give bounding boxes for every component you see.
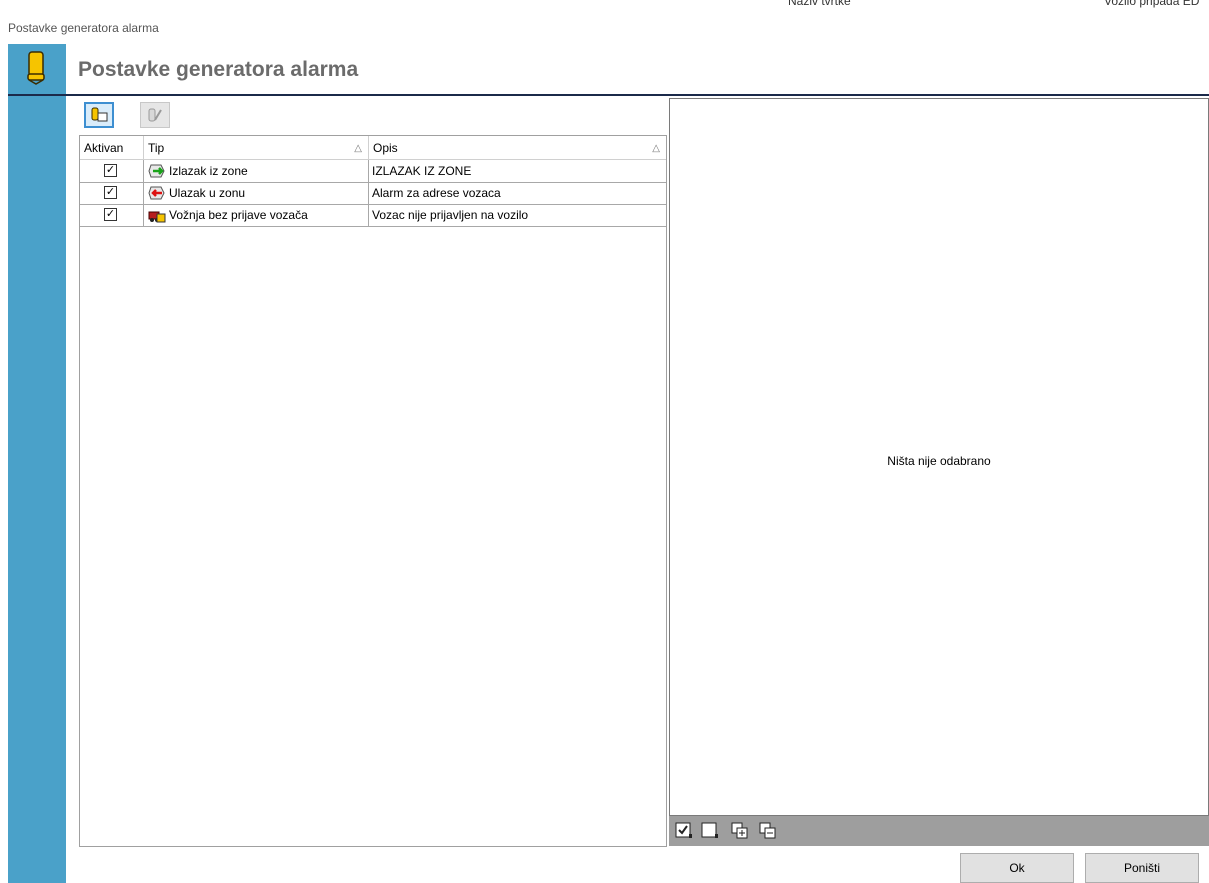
tip-label: Ulazak u zonu — [169, 186, 246, 200]
tip-label: Vožnja bez prijave vozača — [169, 208, 308, 222]
zone-enter-icon — [148, 186, 165, 200]
column-header-opis-label: Opis — [373, 141, 398, 155]
opis-cell: Alarm za adrese vozaca — [372, 186, 501, 200]
table-row[interactable]: ✓ Izlazak iz zone IZLAZAK IZ ZONE — [80, 160, 666, 183]
aktivan-cell: ✓ — [80, 160, 144, 182]
header-divider — [8, 94, 1209, 96]
column-header-tip-label: Tip — [148, 141, 165, 155]
column-header-tip[interactable]: Tip △ — [144, 136, 369, 159]
tip-cell: Vožnja bez prijave vozača — [144, 204, 369, 226]
alarm-generator-icon — [27, 51, 45, 85]
page-title: Postavke generatora alarma — [78, 58, 359, 81]
tip-cell: Ulazak u zonu — [144, 182, 369, 204]
detail-panel-toolbar — [669, 816, 1209, 846]
zone-exit-icon — [148, 164, 165, 178]
table-row[interactable]: ✓ Ulazak u zonu Alarm za adrese vozaca — [80, 182, 666, 205]
ok-button[interactable]: Ok — [960, 853, 1074, 883]
window-title: Postavke generatora alarma — [8, 21, 159, 35]
table-row[interactable]: ✓ Vožnja bez prijave vozača Vozac nije p… — [80, 204, 666, 227]
grid-header: Aktivan Tip △ Opis △ — [80, 136, 666, 160]
column-header-opis[interactable]: Opis △ — [369, 136, 666, 159]
edit-alarm-button[interactable] — [140, 102, 170, 128]
sort-arrow-icon: △ — [652, 143, 660, 154]
collapse-all-icon[interactable] — [759, 822, 777, 839]
background-text-right: Vozilo pripada ED — [1104, 0, 1200, 8]
alarm-grid[interactable]: Aktivan Tip △ Opis △ ✓ Izlazak iz zone I… — [79, 135, 667, 847]
driver-id-icon — [148, 211, 166, 223]
tip-label: Izlazak iz zone — [169, 164, 248, 178]
add-alarm-button[interactable] — [84, 102, 114, 128]
window-titlebar: Postavke generatora alarma — [0, 10, 1209, 44]
column-header-aktivan[interactable]: Aktivan — [80, 136, 144, 159]
background-text-left: Naziv tvrtke — [788, 0, 851, 8]
tip-cell: Izlazak iz zone — [144, 160, 369, 182]
aktivan-cell: ✓ — [80, 204, 144, 226]
detail-panel: Ništa nije odabrano — [669, 98, 1209, 816]
aktivan-checkbox[interactable]: ✓ — [104, 164, 117, 177]
add-alarm-icon — [91, 107, 108, 122]
empty-selection-text: Ništa nije odabrano — [887, 454, 991, 468]
background-window-strip: Naziv tvrtke Vozilo pripada ED — [0, 0, 1209, 10]
expand-all-icon[interactable] — [731, 822, 749, 839]
opis-cell: IZLAZAK IZ ZONE — [372, 164, 472, 178]
aktivan-checkbox[interactable]: ✓ — [104, 208, 117, 221]
uncheck-all-icon[interactable] — [701, 822, 719, 839]
check-all-icon[interactable] — [675, 822, 693, 839]
cancel-button[interactable]: Poništi — [1085, 853, 1199, 883]
aktivan-cell: ✓ — [80, 182, 144, 204]
sort-arrow-icon: △ — [354, 143, 362, 154]
opis-cell: Vozac nije prijavljen na vozilo — [372, 208, 529, 222]
accent-bar — [8, 95, 66, 883]
aktivan-checkbox[interactable]: ✓ — [104, 186, 117, 199]
edit-alarm-icon — [148, 108, 162, 122]
